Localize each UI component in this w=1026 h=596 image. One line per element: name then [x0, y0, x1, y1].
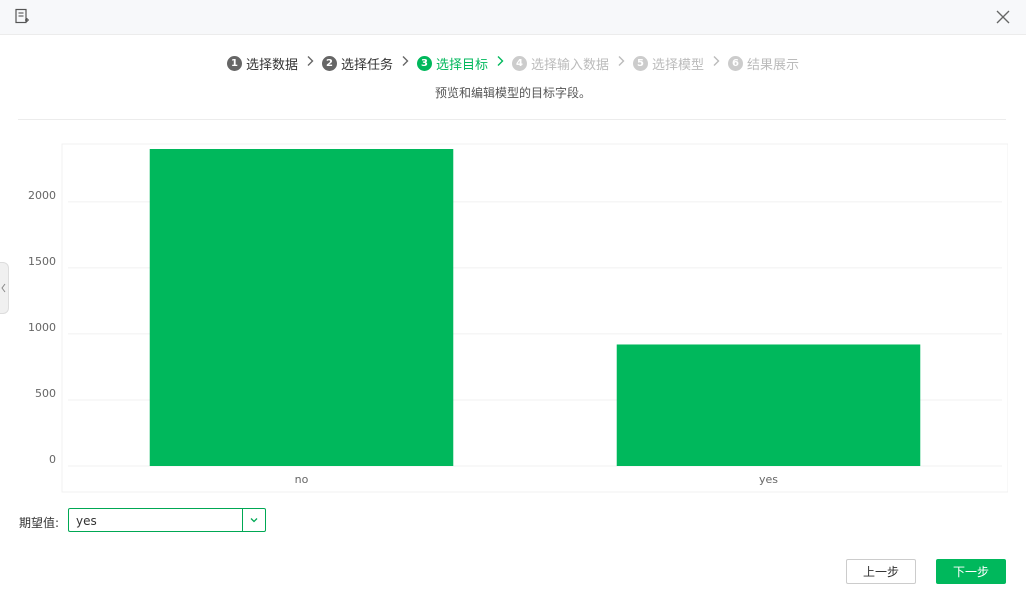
step-number: 4 — [512, 55, 527, 71]
x-tick-label: no — [295, 473, 309, 486]
dialog-titlebar — [0, 0, 1026, 35]
y-tick-label: 2000 — [28, 189, 56, 202]
expected-value-select[interactable]: yes — [68, 508, 266, 532]
wizard-step-5: 5 选择模型 — [633, 54, 704, 73]
bar-no — [149, 149, 454, 466]
chevron-left-icon — [1, 283, 6, 293]
side-collapse-handle[interactable] — [0, 262, 9, 314]
divider — [18, 119, 1006, 120]
bar-chart-svg: 0 500 1000 1500 2000 no yes — [28, 143, 1008, 493]
chevron-right-icon — [401, 55, 409, 71]
step-label: 选择输入数据 — [531, 57, 610, 73]
step-label: 选择目标 — [435, 57, 488, 73]
wizard-step-1: 1 选择数据 — [226, 54, 298, 73]
x-tick-label: yes — [759, 473, 778, 486]
bar-yes — [616, 344, 921, 466]
expected-value-label: 期望值: — [19, 516, 60, 530]
wizard-steps: 1 选择数据 2 选择任务 3 选择目标 4 选择输入数据 5 选择模型 6 结果展示 — [0, 52, 1026, 74]
expected-value-selected: yes — [76, 514, 97, 528]
chevron-right-icon — [712, 55, 720, 71]
next-step-button[interactable]: 下一步 — [936, 559, 1006, 584]
y-tick-label: 0 — [49, 453, 56, 466]
wizard-step-3: 3 选择目标 — [416, 54, 488, 73]
wizard-step-4: 4 选择输入数据 — [512, 54, 609, 73]
chevron-right-icon — [496, 55, 504, 71]
step-number: 1 — [226, 55, 242, 71]
step-number: 6 — [728, 55, 744, 71]
chevron-right-icon — [306, 55, 314, 71]
close-icon[interactable] — [996, 9, 1010, 28]
step-label: 选择模型 — [652, 57, 705, 73]
step-number: 2 — [321, 55, 337, 71]
step-number: 3 — [416, 55, 432, 71]
wizard-step-6: 6 结果展示 — [728, 54, 799, 73]
y-tick-label: 1500 — [28, 255, 56, 268]
y-tick-label: 1000 — [28, 321, 56, 334]
chevron-down-icon[interactable] — [242, 509, 265, 531]
document-edit-icon — [14, 8, 30, 28]
y-tick-label: 500 — [35, 387, 56, 400]
prev-step-button[interactable]: 上一步 — [846, 559, 916, 584]
step-description: 预览和编辑模型的目标字段。 — [434, 86, 591, 100]
step-number: 5 — [633, 55, 649, 71]
step-label: 结果展示 — [747, 57, 800, 73]
step-label: 选择任务 — [340, 57, 393, 73]
target-distribution-chart: 0 500 1000 1500 2000 no yes — [18, 140, 1008, 496]
chevron-right-icon — [617, 55, 625, 71]
wizard-step-2: 2 选择任务 — [321, 54, 393, 73]
step-label: 选择数据 — [245, 57, 298, 73]
